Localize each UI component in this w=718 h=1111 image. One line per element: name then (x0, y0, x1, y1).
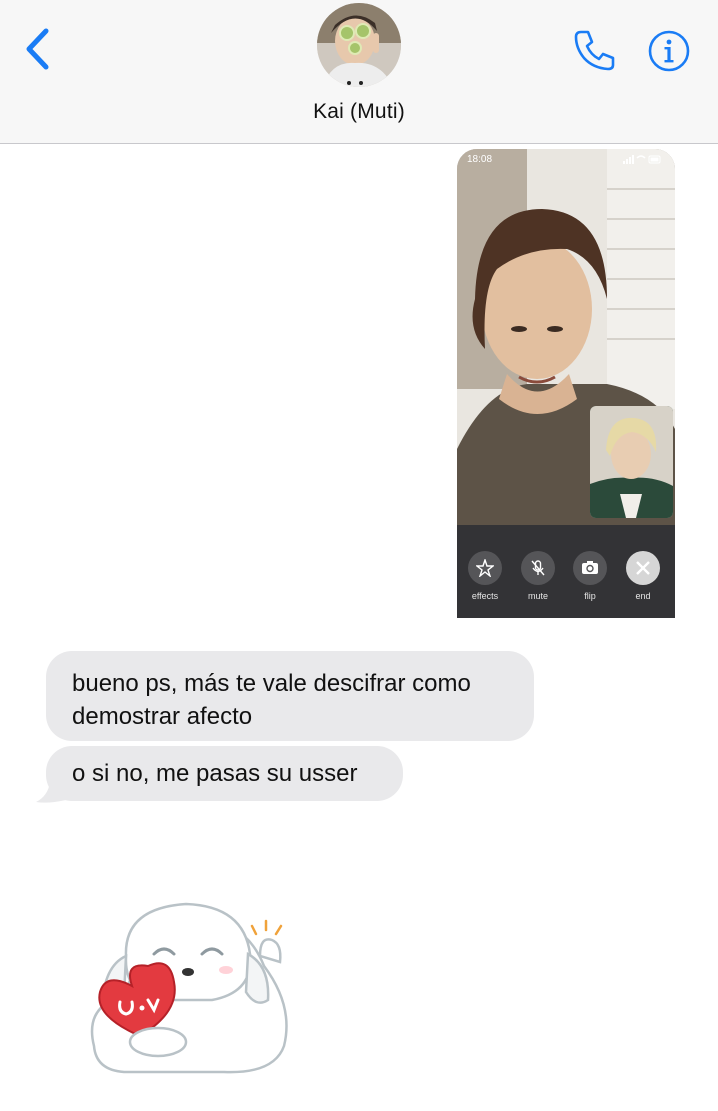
conversation-header: Kai (Muti) (0, 0, 718, 144)
effects-control[interactable]: effects (467, 551, 503, 601)
avatar-photo (317, 3, 401, 87)
camera-flip-icon (573, 551, 607, 585)
star-effects-icon (468, 551, 502, 585)
message-text-line: bueno ps, más te vale descifrar como (72, 670, 471, 697)
flip-control[interactable]: flip (572, 551, 608, 601)
info-button[interactable] (647, 29, 691, 73)
message-text: o si no, me pasas su usser (72, 760, 358, 787)
facetime-controls: effects mute flip end (457, 525, 675, 618)
messages-screen: Kai (Muti) 18:08 effects mute flip end b… (0, 0, 718, 1111)
mic-mute-icon (521, 551, 555, 585)
status-time: 18:08 (467, 154, 493, 165)
message-text-line: demostrar afecto (72, 703, 253, 730)
info-icon (648, 30, 690, 72)
flip-label: flip (584, 591, 596, 601)
end-label: end (635, 591, 651, 601)
pip-photo (590, 406, 673, 518)
close-icon (626, 551, 660, 585)
back-button[interactable] (22, 26, 56, 72)
puppy-heart-sticker-icon[interactable] (84, 896, 298, 1078)
end-control[interactable]: end (625, 551, 661, 601)
mute-control[interactable]: mute (520, 551, 556, 601)
incoming-message-bubble[interactable]: bueno ps, más te vale descifrar como dem… (46, 651, 534, 741)
incoming-message-bubble[interactable]: o si no, me pasas su usser (46, 746, 403, 801)
self-view-pip (590, 406, 673, 518)
contact-avatar[interactable] (317, 3, 401, 87)
call-button[interactable] (571, 26, 619, 74)
signal-wifi-battery-icon (623, 155, 661, 164)
status-bar: 18:08 (457, 149, 675, 169)
chevron-left-icon (26, 28, 49, 70)
contact-name[interactable]: Kai (Muti) (0, 100, 718, 124)
phone-icon (574, 30, 615, 71)
mute-label: mute (527, 591, 548, 601)
effects-label: effects (471, 591, 499, 601)
